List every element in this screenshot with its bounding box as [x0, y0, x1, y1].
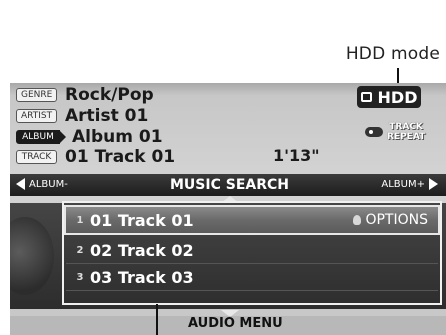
music-search-bar: ALBUM- MUSIC SEARCH ALBUM+ [10, 174, 446, 196]
album-row: ALBUM Album 01 [10, 126, 163, 148]
track-title: 03 Track 03 [90, 267, 194, 287]
track-list: 1 01 Track 01 OPTIONS 2 02 Track 02 3 03… [10, 203, 446, 309]
elapsed-time: 1'13" [273, 146, 320, 165]
genre-row: GENRE Rock/Pop [10, 84, 154, 106]
track-repeat-text: TRACK REPEAT [387, 122, 425, 142]
arrow-left-icon [16, 178, 25, 190]
artist-value: Artist 01 [65, 106, 149, 126]
album-next-label: ALBUM+ [381, 178, 425, 190]
album-value: Album 01 [72, 127, 163, 147]
track-number: 1 [76, 214, 84, 226]
album-next-button[interactable]: ALBUM+ [381, 178, 438, 190]
track-row-1[interactable]: 1 01 Track 01 OPTIONS [64, 205, 440, 235]
track-value: 01 Track 01 [65, 147, 176, 167]
hdd-label: HDD [377, 87, 418, 107]
music-search-title: MUSIC SEARCH [170, 177, 289, 193]
options-icon [353, 215, 362, 225]
hdd-mode-callout: HDD mode [345, 44, 440, 64]
audio-screen: GENRE Rock/Pop ARTIST Artist 01 ALBUM Al… [10, 83, 446, 335]
track-number: 3 [76, 271, 84, 283]
audio-menu-bar[interactable]: AUDIO MENU [10, 316, 446, 335]
callout-line-bottom [156, 304, 158, 335]
track-repeat-line1: TRACK [389, 122, 423, 132]
track-tag: TRACK [16, 150, 57, 164]
album-prev-label: ALBUM- [29, 178, 68, 190]
genre-value: Rock/Pop [65, 85, 154, 105]
track-row-3[interactable]: 3 03 Track 03 [66, 264, 438, 291]
hdd-mode-badge[interactable]: HDD [357, 86, 421, 108]
knob-graphic [10, 217, 54, 295]
hdd-icon [360, 92, 372, 102]
options-label: OPTIONS [365, 212, 428, 228]
album-prev-button[interactable]: ALBUM- [16, 178, 68, 190]
track-row-2[interactable]: 2 02 Track 02 [66, 237, 438, 264]
track-title: 02 Track 02 [90, 240, 194, 260]
artist-row: ARTIST Artist 01 [10, 105, 148, 127]
track-repeat-line2: REPEAT [387, 132, 426, 142]
track-number: 2 [76, 244, 84, 256]
arrow-right-icon [429, 178, 438, 190]
genre-tag: GENRE [16, 88, 57, 102]
audio-menu-label: AUDIO MENU [188, 316, 283, 331]
repeat-icon [365, 127, 383, 137]
track-repeat-indicator: TRACK REPEAT [365, 118, 439, 146]
track-row: TRACK 01 Track 01 [10, 146, 175, 168]
scroll-up-icon[interactable] [221, 196, 239, 203]
artist-tag: ARTIST [16, 109, 57, 123]
track-title: 01 Track 01 [90, 210, 194, 230]
options-button[interactable]: OPTIONS [353, 212, 428, 228]
album-tag: ALBUM [16, 130, 66, 144]
